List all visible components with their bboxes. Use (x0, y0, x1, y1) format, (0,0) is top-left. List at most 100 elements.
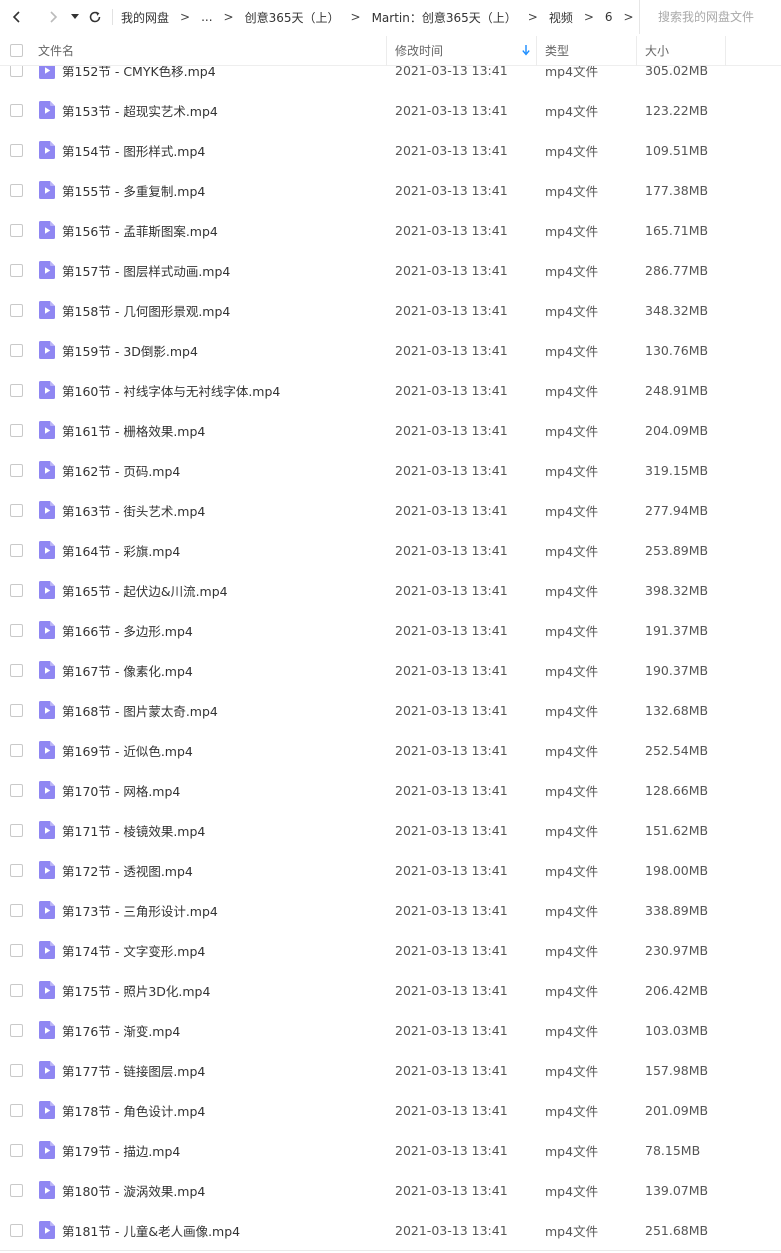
file-name[interactable]: 第180节 - 漩涡效果.mp4 (62, 1181, 386, 1200)
row-checkbox[interactable] (9, 103, 23, 117)
file-row[interactable]: 第165节 - 起伏边&川流.mp4 2021-03-13 13:41 mp4文… (0, 570, 781, 610)
file-row[interactable]: 第159节 - 3D倒影.mp4 2021-03-13 13:41 mp4文件 … (0, 330, 781, 370)
row-checkbox[interactable] (9, 143, 23, 157)
file-name[interactable]: 第167节 - 像素化.mp4 (62, 661, 386, 680)
select-all-checkbox[interactable] (9, 44, 23, 57)
row-checkbox[interactable] (9, 623, 23, 637)
file-row[interactable]: 第156节 - 孟菲斯图案.mp4 2021-03-13 13:41 mp4文件… (0, 210, 781, 250)
breadcrumb-item-root[interactable]: 我的网盘 (119, 9, 171, 26)
file-row[interactable]: 第160节 - 衬线字体与无衬线字体.mp4 2021-03-13 13:41 … (0, 370, 781, 410)
column-header-time[interactable]: 修改时间 (386, 35, 536, 66)
file-row[interactable]: 第158节 - 几何图形景观.mp4 2021-03-13 13:41 mp4文… (0, 290, 781, 330)
history-dropdown-button[interactable] (68, 6, 82, 28)
row-checkbox[interactable] (9, 1223, 23, 1237)
file-name[interactable]: 第163节 - 街头艺术.mp4 (62, 501, 386, 520)
file-name[interactable]: 第162节 - 页码.mp4 (62, 461, 386, 480)
file-row[interactable]: 第173节 - 三角形设计.mp4 2021-03-13 13:41 mp4文件… (0, 890, 781, 930)
file-name[interactable]: 第156节 - 孟菲斯图案.mp4 (62, 221, 386, 240)
file-name[interactable]: 第165节 - 起伏边&川流.mp4 (62, 581, 386, 600)
row-checkbox[interactable] (9, 503, 23, 517)
file-row[interactable]: 第163节 - 街头艺术.mp4 2021-03-13 13:41 mp4文件 … (0, 490, 781, 530)
file-name[interactable]: 第174节 - 文字变形.mp4 (62, 941, 386, 960)
row-checkbox[interactable] (9, 463, 23, 477)
file-name[interactable]: 第177节 - 链接图层.mp4 (62, 1061, 386, 1080)
file-name[interactable]: 第157节 - 图层样式动画.mp4 (62, 261, 386, 280)
file-row[interactable]: 第154节 - 图形样式.mp4 2021-03-13 13:41 mp4文件 … (0, 130, 781, 170)
row-checkbox[interactable] (9, 583, 23, 597)
file-name[interactable]: 第173节 - 三角形设计.mp4 (62, 901, 386, 920)
file-name[interactable]: 第154节 - 图形样式.mp4 (62, 141, 386, 160)
row-checkbox[interactable] (9, 303, 23, 317)
file-name[interactable]: 第176节 - 渐变.mp4 (62, 1021, 386, 1040)
row-checkbox[interactable] (9, 983, 23, 997)
file-name[interactable]: 第158节 - 几何图形景观.mp4 (62, 301, 386, 320)
row-checkbox[interactable] (9, 1103, 23, 1117)
file-row[interactable]: 第177节 - 链接图层.mp4 2021-03-13 13:41 mp4文件 … (0, 1050, 781, 1090)
row-checkbox[interactable] (9, 1063, 23, 1077)
file-name[interactable]: 第170节 - 网格.mp4 (62, 781, 386, 800)
breadcrumb-item-course[interactable]: 创意365天（上） (243, 9, 342, 26)
file-row[interactable]: 第162节 - 页码.mp4 2021-03-13 13:41 mp4文件 31… (0, 450, 781, 490)
file-row[interactable]: 第166节 - 多边形.mp4 2021-03-13 13:41 mp4文件 1… (0, 610, 781, 650)
row-checkbox[interactable] (9, 543, 23, 557)
row-checkbox[interactable] (9, 903, 23, 917)
row-checkbox[interactable] (9, 1023, 23, 1037)
file-name[interactable]: 第161节 - 栅格效果.mp4 (62, 421, 386, 440)
file-name[interactable]: 第178节 - 角色设计.mp4 (62, 1101, 386, 1120)
breadcrumb-expand-icon[interactable]: > (624, 10, 634, 24)
row-checkbox[interactable] (9, 703, 23, 717)
file-row[interactable]: 第153节 - 超现实艺术.mp4 2021-03-13 13:41 mp4文件… (0, 90, 781, 130)
file-row[interactable]: 第167节 - 像素化.mp4 2021-03-13 13:41 mp4文件 1… (0, 650, 781, 690)
row-checkbox[interactable] (9, 743, 23, 757)
row-checkbox[interactable] (9, 863, 23, 877)
file-name[interactable]: 第164节 - 彩旗.mp4 (62, 541, 386, 560)
file-name[interactable]: 第153节 - 超现实艺术.mp4 (62, 101, 386, 120)
forward-button[interactable] (42, 6, 64, 28)
file-name[interactable]: 第155节 - 多重复制.mp4 (62, 181, 386, 200)
search-input[interactable] (658, 10, 778, 24)
file-row[interactable]: 第161节 - 栅格效果.mp4 2021-03-13 13:41 mp4文件 … (0, 410, 781, 450)
breadcrumb-item-video[interactable]: 视频 (547, 9, 575, 26)
row-checkbox[interactable] (9, 183, 23, 197)
file-row[interactable]: 第175节 - 照片3D化.mp4 2021-03-13 13:41 mp4文件… (0, 970, 781, 1010)
file-row[interactable]: 第172节 - 透视图.mp4 2021-03-13 13:41 mp4文件 1… (0, 850, 781, 890)
row-checkbox[interactable] (9, 1143, 23, 1157)
file-name[interactable]: 第181节 - 儿童&老人画像.mp4 (62, 1221, 386, 1240)
file-row[interactable]: 第176节 - 渐变.mp4 2021-03-13 13:41 mp4文件 10… (0, 1010, 781, 1050)
file-name[interactable]: 第166节 - 多边形.mp4 (62, 621, 386, 640)
file-row[interactable]: 第171节 - 棱镜效果.mp4 2021-03-13 13:41 mp4文件 … (0, 810, 781, 850)
file-name[interactable]: 第159节 - 3D倒影.mp4 (62, 341, 386, 360)
row-checkbox[interactable] (9, 423, 23, 437)
row-checkbox[interactable] (9, 943, 23, 957)
file-row[interactable]: 第180节 - 漩涡效果.mp4 2021-03-13 13:41 mp4文件 … (0, 1170, 781, 1210)
row-checkbox[interactable] (9, 1183, 23, 1197)
file-row[interactable]: 第157节 - 图层样式动画.mp4 2021-03-13 13:41 mp4文… (0, 250, 781, 290)
row-checkbox[interactable] (9, 663, 23, 677)
column-header-size[interactable]: 大小 (636, 35, 726, 66)
file-row[interactable]: 第174节 - 文字变形.mp4 2021-03-13 13:41 mp4文件 … (0, 930, 781, 970)
file-name[interactable]: 第168节 - 图片蒙太奇.mp4 (62, 701, 386, 720)
column-header-name[interactable]: 文件名 (32, 36, 386, 66)
breadcrumb-item-current[interactable]: 6 (603, 10, 615, 24)
row-checkbox[interactable] (9, 823, 23, 837)
file-name[interactable]: 第179节 - 描边.mp4 (62, 1141, 386, 1160)
file-name[interactable]: 第171节 - 棱镜效果.mp4 (62, 821, 386, 840)
file-row[interactable]: 第164节 - 彩旗.mp4 2021-03-13 13:41 mp4文件 25… (0, 530, 781, 570)
file-name[interactable]: 第169节 - 近似色.mp4 (62, 741, 386, 760)
row-checkbox[interactable] (9, 263, 23, 277)
file-row[interactable]: 第178节 - 角色设计.mp4 2021-03-13 13:41 mp4文件 … (0, 1090, 781, 1130)
breadcrumb-item-ellipsis[interactable]: ... (199, 10, 214, 24)
row-checkbox[interactable] (9, 223, 23, 237)
column-header-type[interactable]: 类型 (536, 35, 636, 66)
back-button[interactable] (6, 6, 28, 28)
file-row[interactable]: 第168节 - 图片蒙太奇.mp4 2021-03-13 13:41 mp4文件… (0, 690, 781, 730)
file-row[interactable]: 第170节 - 网格.mp4 2021-03-13 13:41 mp4文件 12… (0, 770, 781, 810)
file-row[interactable]: 第181节 - 儿童&老人画像.mp4 2021-03-13 13:41 mp4… (0, 1210, 781, 1250)
row-checkbox[interactable] (9, 383, 23, 397)
row-checkbox[interactable] (9, 343, 23, 357)
file-name[interactable]: 第172节 - 透视图.mp4 (62, 861, 386, 880)
file-name[interactable]: 第175节 - 照片3D化.mp4 (62, 981, 386, 1000)
row-checkbox[interactable] (9, 783, 23, 797)
breadcrumb-item-martin[interactable]: Martin：创意365天（上） (370, 9, 519, 26)
refresh-button[interactable] (84, 6, 106, 28)
